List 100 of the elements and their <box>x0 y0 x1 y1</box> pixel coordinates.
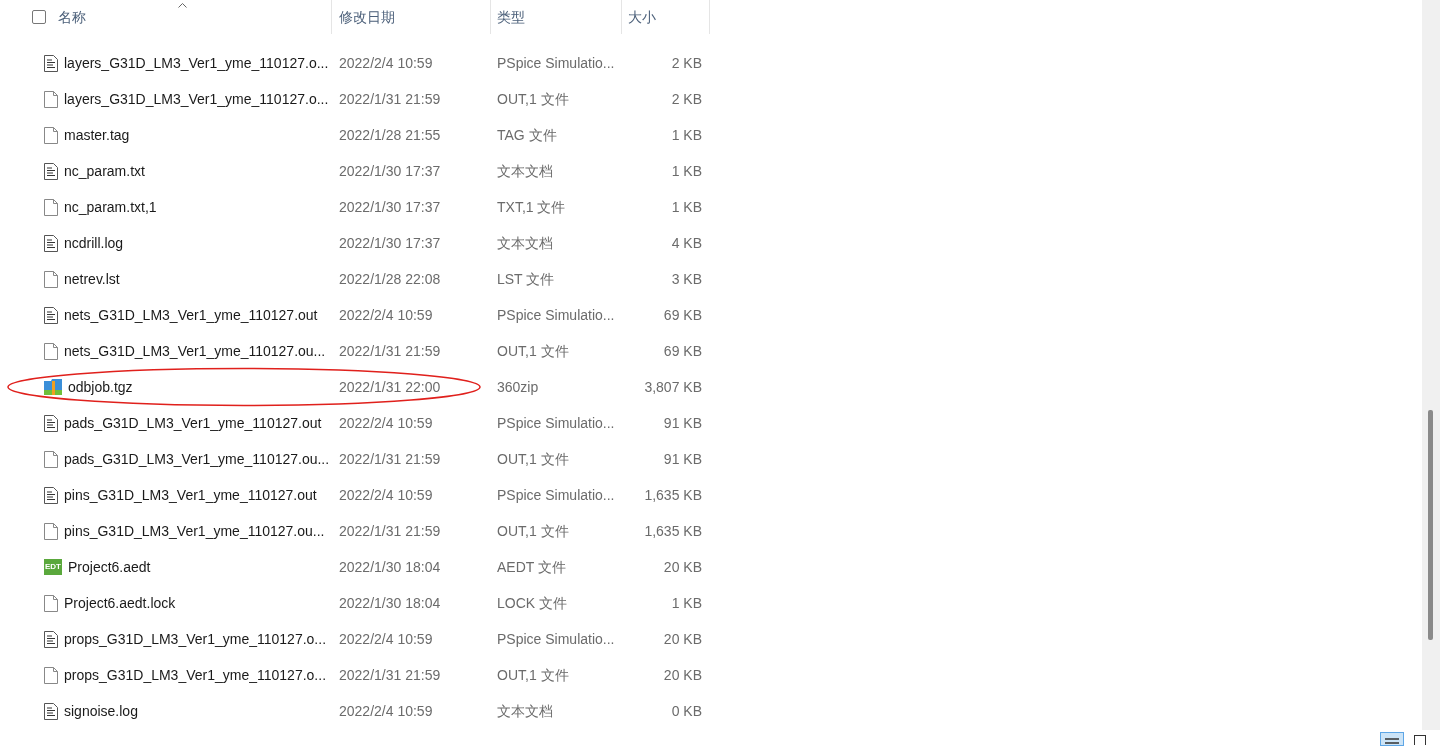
text-document-icon <box>44 162 58 180</box>
blank-document-icon <box>44 90 58 108</box>
modified-date: 2022/1/30 17:37 <box>338 233 442 253</box>
text-document-icon <box>44 486 58 504</box>
file-size: 69 KB <box>662 305 702 325</box>
file-name[interactable]: pads_G31D_LM3_Ver1_yme_110127.out <box>64 412 322 434</box>
select-all-checkbox[interactable] <box>32 10 46 24</box>
modified-date: 2022/1/31 21:59 <box>338 89 442 109</box>
file-size: 1,635 KB <box>643 485 702 505</box>
file-type: PSpice Simulatio... <box>496 485 616 505</box>
file-name[interactable]: pads_G31D_LM3_Ver1_yme_110127.ou... <box>64 448 330 470</box>
file-type: 文本文档 <box>496 233 554 253</box>
column-header[interactable]: 类型 <box>491 0 622 34</box>
text-document-icon <box>44 54 58 72</box>
file-type: OUT,1 文件 <box>496 665 570 685</box>
file-name[interactable]: pins_G31D_LM3_Ver1_yme_110127.ou... <box>64 520 325 542</box>
file-type: PSpice Simulatio... <box>496 629 616 649</box>
edt-file-icon: EDT <box>44 559 62 575</box>
text-document-icon <box>44 234 58 252</box>
file-name[interactable]: signoise.log <box>64 700 138 722</box>
file-size: 4 KB <box>670 233 702 253</box>
modified-date: 2022/1/31 21:59 <box>338 521 442 541</box>
file-name[interactable]: nc_param.txt <box>64 160 145 182</box>
blank-document-icon <box>44 450 58 468</box>
file-size: 0 KB <box>670 701 702 721</box>
modified-date: 2022/1/30 17:37 <box>338 197 442 217</box>
text-document-icon <box>44 306 58 324</box>
modified-date: 2022/1/28 21:55 <box>338 125 442 145</box>
file-name[interactable]: odbjob.tgz <box>68 376 133 398</box>
file-size: 91 KB <box>662 449 702 469</box>
modified-date: 2022/1/30 18:04 <box>338 557 442 577</box>
modified-date: 2022/1/31 21:59 <box>338 665 442 685</box>
column-header[interactable]: 修改日期 <box>332 0 491 34</box>
file-name[interactable]: Project6.aedt.lock <box>64 592 176 614</box>
blank-document-icon <box>44 594 58 612</box>
modified-date: 2022/2/4 10:59 <box>338 53 434 73</box>
blank-document-icon <box>44 198 58 216</box>
file-size: 20 KB <box>662 557 702 577</box>
file-type: AEDT 文件 <box>496 557 567 577</box>
modified-date: 2022/1/30 17:37 <box>338 161 442 181</box>
blank-document-icon <box>44 342 58 360</box>
text-document-icon <box>44 702 58 720</box>
modified-date: 2022/1/30 18:04 <box>338 593 442 613</box>
blank-document-icon <box>44 270 58 288</box>
details-view-button[interactable] <box>1380 732 1404 746</box>
file-type: PSpice Simulatio... <box>496 305 616 325</box>
file-name[interactable]: nets_G31D_LM3_Ver1_yme_110127.out <box>64 304 318 326</box>
file-size: 69 KB <box>662 341 702 361</box>
file-size: 2 KB <box>670 53 702 73</box>
file-name[interactable]: props_G31D_LM3_Ver1_yme_110127.o... <box>64 664 327 686</box>
file-name[interactable]: layers_G31D_LM3_Ver1_yme_110127.o... <box>64 88 329 110</box>
file-name[interactable]: nc_param.txt,1 <box>64 196 157 218</box>
file-type: OUT,1 文件 <box>496 89 570 109</box>
file-type: LST 文件 <box>496 269 556 289</box>
modified-date: 2022/2/4 10:59 <box>338 701 434 721</box>
file-type: TXT,1 文件 <box>496 197 567 217</box>
file-name[interactable]: pins_G31D_LM3_Ver1_yme_110127.out <box>64 484 317 506</box>
file-size: 20 KB <box>662 665 702 685</box>
file-type: PSpice Simulatio... <box>496 53 616 73</box>
file-size: 1,635 KB <box>643 521 702 541</box>
file-size: 3 KB <box>670 269 702 289</box>
file-size: 1 KB <box>670 593 702 613</box>
file-type: TAG 文件 <box>496 125 558 145</box>
file-size: 91 KB <box>662 413 702 433</box>
file-size: 1 KB <box>670 161 702 181</box>
sort-caret-icon <box>178 3 187 8</box>
modified-date: 2022/2/4 10:59 <box>338 485 434 505</box>
scrollbar-thumb[interactable] <box>1428 410 1433 640</box>
modified-date: 2022/2/4 10:59 <box>338 413 434 433</box>
modified-date: 2022/2/4 10:59 <box>338 629 434 649</box>
file-size: 20 KB <box>662 629 702 649</box>
blank-document-icon <box>44 522 58 540</box>
modified-date: 2022/1/31 21:59 <box>338 449 442 469</box>
modified-date: 2022/1/31 22:00 <box>338 377 442 397</box>
text-document-icon <box>44 414 58 432</box>
file-name[interactable]: netrev.lst <box>64 268 120 290</box>
file-name[interactable]: layers_G31D_LM3_Ver1_yme_110127.o... <box>64 52 329 74</box>
modified-date: 2022/2/4 10:59 <box>338 305 434 325</box>
file-type: OUT,1 文件 <box>496 341 570 361</box>
blank-document-icon <box>44 666 58 684</box>
file-size: 3,807 KB <box>643 377 702 397</box>
file-name[interactable]: props_G31D_LM3_Ver1_yme_110127.o... <box>64 628 327 650</box>
modified-date: 2022/1/31 21:59 <box>338 341 442 361</box>
list-lines-icon <box>1385 737 1399 745</box>
file-type: LOCK 文件 <box>496 593 568 613</box>
text-document-icon <box>44 630 58 648</box>
file-size: 2 KB <box>670 89 702 109</box>
blank-document-icon <box>44 126 58 144</box>
file-size: 1 KB <box>670 125 702 145</box>
file-name[interactable]: nets_G31D_LM3_Ver1_yme_110127.ou... <box>64 340 326 362</box>
column-header[interactable]: 大小 <box>622 0 710 34</box>
file-name[interactable]: master.tag <box>64 124 130 146</box>
file-type: 文本文档 <box>496 701 554 721</box>
file-name[interactable]: Project6.aedt <box>68 556 151 578</box>
file-type: 文本文档 <box>496 161 554 181</box>
modified-date: 2022/1/28 22:08 <box>338 269 442 289</box>
file-size: 1 KB <box>670 197 702 217</box>
archive-folder-icon <box>44 379 62 395</box>
column-header[interactable]: 名称 <box>0 0 332 34</box>
file-name[interactable]: ncdrill.log <box>64 232 124 254</box>
